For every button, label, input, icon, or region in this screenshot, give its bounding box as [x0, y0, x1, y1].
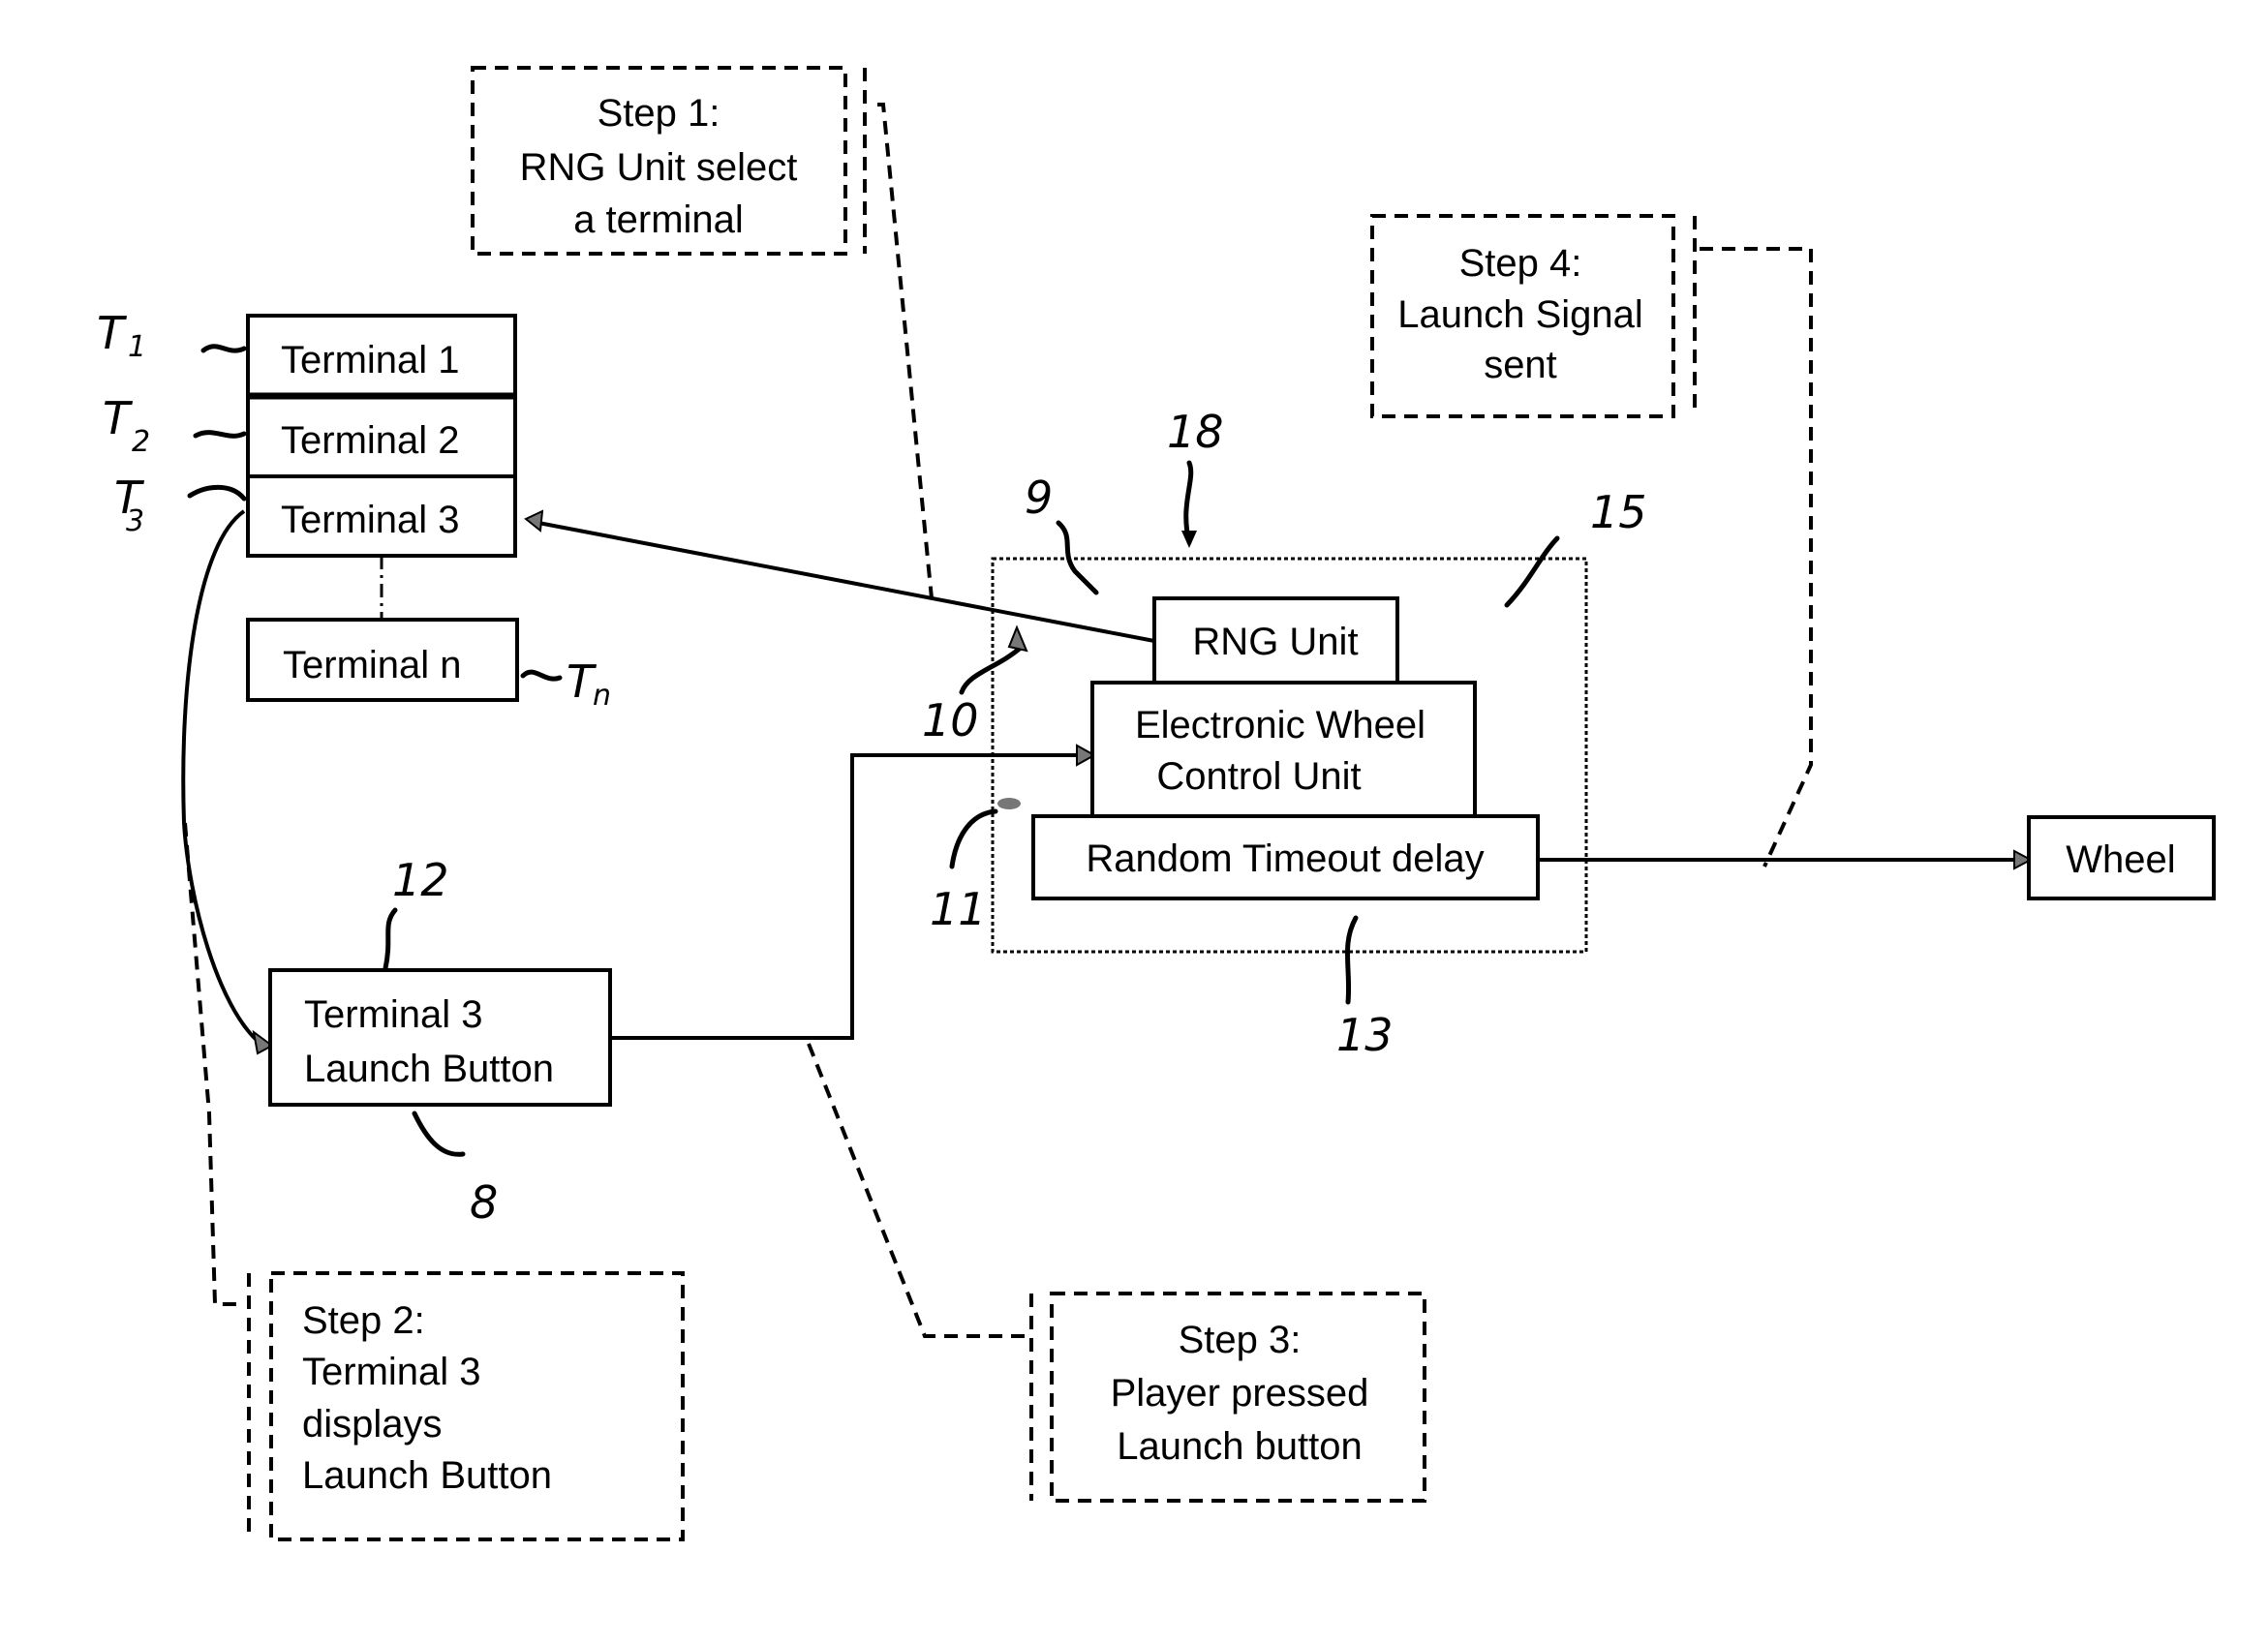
step-2-callout: Step 2: Terminal 3 displays Launch Butto… [247, 1271, 685, 1541]
wheel-label: Wheel [2066, 838, 2175, 881]
step-3-leader [807, 1043, 1027, 1338]
svg-text:T: T [97, 307, 128, 359]
ref-12: 12 [383, 854, 449, 971]
step-1-line-3: a terminal [573, 198, 744, 241]
terminal-stack: Terminal 1 Terminal 2 Terminal 3 [246, 314, 517, 558]
svg-text:2: 2 [132, 425, 150, 459]
wheel-box: Wheel [2027, 815, 2216, 900]
step-4-title: Step 4: [1459, 242, 1582, 285]
ref-15: 15 [1504, 486, 1647, 608]
terminal-ref-tn: T n [520, 655, 611, 713]
launch-button-line-2: Launch Button [304, 1048, 554, 1090]
svg-text:12: 12 [392, 854, 449, 906]
step-2-line-4: Launch Button [302, 1454, 552, 1497]
ref-9: 9 [1025, 472, 1099, 595]
terminal-2-label: Terminal 2 [281, 419, 460, 462]
launch-button-line-1: Terminal 3 [304, 993, 483, 1036]
rng-unit-box: RNG Unit [1152, 596, 1399, 685]
ref-18: 18 [1167, 406, 1224, 548]
terminal-ref-t3: T 3 [114, 472, 247, 538]
launch-button-to-ewcu-line [610, 753, 1083, 1040]
step-4-leader [1700, 247, 1813, 868]
svg-text:8: 8 [470, 1176, 498, 1229]
step-2-line-3: displays [302, 1403, 443, 1446]
ref-11: 11 [930, 798, 1021, 935]
step-3-line-2: Player pressed [1111, 1372, 1369, 1415]
launch-button-box: Terminal 3 Launch Button [268, 968, 612, 1107]
ewcu-box: Electronic Wheel Control Unit [1090, 681, 1477, 818]
terminal-ref-t2: T 2 [103, 392, 247, 459]
svg-text:18: 18 [1167, 406, 1224, 458]
svg-text:9: 9 [1025, 472, 1053, 524]
rng-unit-label: RNG Unit [1192, 621, 1358, 663]
random-timeout-label: Random Timeout delay [1086, 837, 1484, 880]
step-3-title: Step 3: [1179, 1319, 1302, 1361]
ref-8: 8 [412, 1111, 498, 1229]
terminal-3-label: Terminal 3 [281, 499, 460, 541]
svg-text:15: 15 [1590, 486, 1647, 538]
random-timeout-box: Random Timeout delay [1031, 814, 1540, 900]
svg-text:10: 10 [922, 694, 979, 746]
step-2-line-2: Terminal 3 [302, 1351, 481, 1393]
svg-text:11: 11 [930, 883, 987, 935]
terminal-n-label: Terminal n [283, 644, 462, 686]
ref-10: 10 [922, 624, 1028, 746]
ewcu-line-1: Electronic Wheel [1135, 704, 1425, 746]
svg-text:3: 3 [126, 504, 144, 538]
rng-to-terminal-3-line [537, 521, 1155, 643]
svg-text:1: 1 [128, 330, 146, 364]
ewcu-line-2: Control Unit [1156, 755, 1361, 798]
svg-text:n: n [593, 679, 611, 713]
svg-text:T: T [103, 392, 134, 444]
step-3-callout: Step 3: Player pressed Launch button [1029, 1292, 1426, 1503]
step-1-title: Step 1: [598, 92, 720, 135]
patent-flow-diagram: Step 1: RNG Unit select a terminal Step … [97, 66, 2216, 1541]
step-3-line-3: Launch button [1117, 1425, 1363, 1468]
terminal-ref-t1: T 1 [97, 307, 247, 364]
ref-13: 13 [1336, 915, 1394, 1061]
step-1-line-2: RNG Unit select [520, 146, 798, 189]
step-2-title: Step 2: [302, 1299, 425, 1342]
terminal-1-label: Terminal 1 [281, 339, 460, 381]
svg-text:13: 13 [1336, 1009, 1394, 1061]
step-4-line-2: Launch Signal [1397, 293, 1643, 336]
step-4-callout: Step 4: Launch Signal sent [1370, 214, 1697, 418]
terminal-n: Terminal n [246, 618, 519, 702]
step-1-callout: Step 1: RNG Unit select a terminal [471, 66, 867, 256]
step-1-leader [877, 103, 934, 599]
step-4-line-3: sent [1484, 344, 1557, 386]
arrow-icon [524, 509, 544, 533]
